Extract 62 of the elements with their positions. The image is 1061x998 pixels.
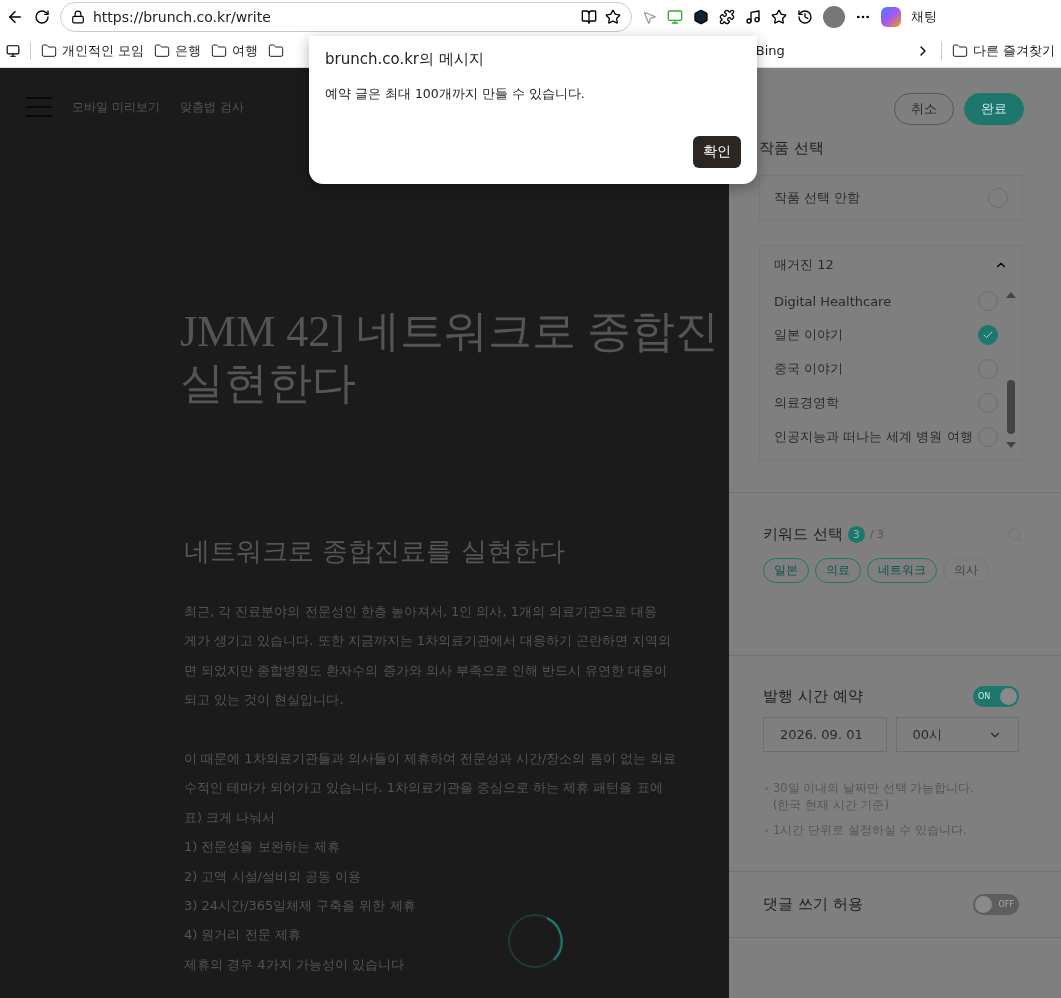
count-badge: 3 [847, 526, 865, 543]
comments-title: 댓글 쓰기 허용 [763, 895, 863, 914]
folder-icon [154, 42, 171, 59]
bookmark[interactable]: 여행 [211, 41, 259, 60]
hour-select[interactable]: 00시 [895, 717, 1019, 752]
magazine-item[interactable]: 중국 이야기 [760, 352, 1002, 386]
back-icon[interactable] [6, 8, 24, 26]
magazine-title: 매거진 12 [774, 256, 834, 274]
loading-spinner [507, 913, 563, 969]
magazine-item[interactable]: 인공지능과 떠나는 세계 병원 여행 [760, 420, 1002, 454]
body-text: 최근, 각 진료분야의 전문성인 한층 높아져서, 1인 의사, 1개의 의료기관으로 대응 [184, 603, 658, 621]
toggle-switch[interactable]: ON [973, 686, 1019, 707]
body-text: 1) 전문성을 보완하는 제휴 [184, 838, 340, 857]
favorites-icon[interactable] [771, 9, 787, 25]
copilot-icon[interactable] [881, 7, 901, 27]
check-icon [982, 329, 994, 341]
body-text: 제휴의 경우 4가지 가능성이 있습니다 [184, 955, 404, 974]
confirm-button[interactable]: 확인 [693, 136, 741, 168]
reader-icon[interactable] [581, 9, 597, 25]
bookmark[interactable]: 다른 즐겨찾기 [951, 41, 1055, 60]
menu-link[interactable]: 모바일 미리보기 [72, 98, 160, 116]
toggle-switch[interactable]: OFF [973, 894, 1019, 915]
mouse-icon[interactable] [642, 9, 657, 25]
dialog-message: 예약 글은 최대 100개까지 만들 수 있습니다. [325, 86, 586, 103]
extensions-icon[interactable] [719, 9, 735, 25]
refresh-icon[interactable] [34, 9, 50, 25]
schedule-title: 발행 시간 예약 [763, 687, 863, 706]
scrollbar-thumb[interactable] [1007, 380, 1015, 434]
option-label: 작품 선택 안함 [774, 189, 861, 207]
folder-icon [951, 42, 968, 59]
folder-icon [268, 42, 285, 59]
dialog-title: brunch.co.kr의 메시지 [325, 50, 485, 69]
menu-link[interactable]: 맞춤법 검사 [179, 98, 244, 116]
magazine-item[interactable]: 의료경영학 [760, 386, 1002, 420]
profile-avatar[interactable] [823, 6, 845, 28]
scroll-down-icon[interactable] [1006, 442, 1016, 448]
post-title[interactable]: JMM 42] 네트워크로 종합진 실현한다 [180, 306, 720, 410]
body-text: 면 되었지만 종합병원도 환자수의 증가와 의사 부족으로 인해 반드시 유연한 대응이 [184, 661, 668, 680]
history-icon[interactable] [797, 9, 813, 25]
scroll-up-icon[interactable] [1006, 292, 1016, 298]
hexagon-icon[interactable] [693, 9, 709, 25]
favorite-icon[interactable] [605, 9, 621, 25]
bookmark[interactable] [268, 42, 285, 59]
chat-button[interactable]: 채팅 [911, 8, 937, 26]
post-subtitle: 네트워크로 종합진료를 실현한다 [184, 535, 565, 568]
media-icon[interactable] [745, 9, 761, 25]
tabs-icon[interactable] [6, 43, 20, 58]
magazine-item[interactable]: Digital Healthcare [760, 284, 1002, 318]
done-button[interactable]: 완료 [964, 93, 1024, 125]
magazine-item[interactable]: 일본 이야기 [760, 318, 1002, 352]
folder-icon [211, 42, 228, 59]
lock-icon [71, 10, 85, 24]
monitor-icon[interactable] [667, 9, 683, 25]
keyword-title: 키워드 선택 [763, 525, 843, 544]
bookmark[interactable]: 은행 [154, 41, 202, 60]
section-title: 작품 선택 [759, 139, 825, 158]
radio-button[interactable] [978, 325, 998, 345]
folder-icon [41, 42, 57, 59]
bookmark[interactable]: 개인적인 모임 [41, 41, 145, 60]
date-field[interactable]: 2026. 09. 01 [763, 717, 887, 752]
body-text: 2) 고액 시설/설비의 공동 이용 [184, 867, 362, 886]
url-text: https://brunch.co.kr/write [93, 9, 272, 25]
